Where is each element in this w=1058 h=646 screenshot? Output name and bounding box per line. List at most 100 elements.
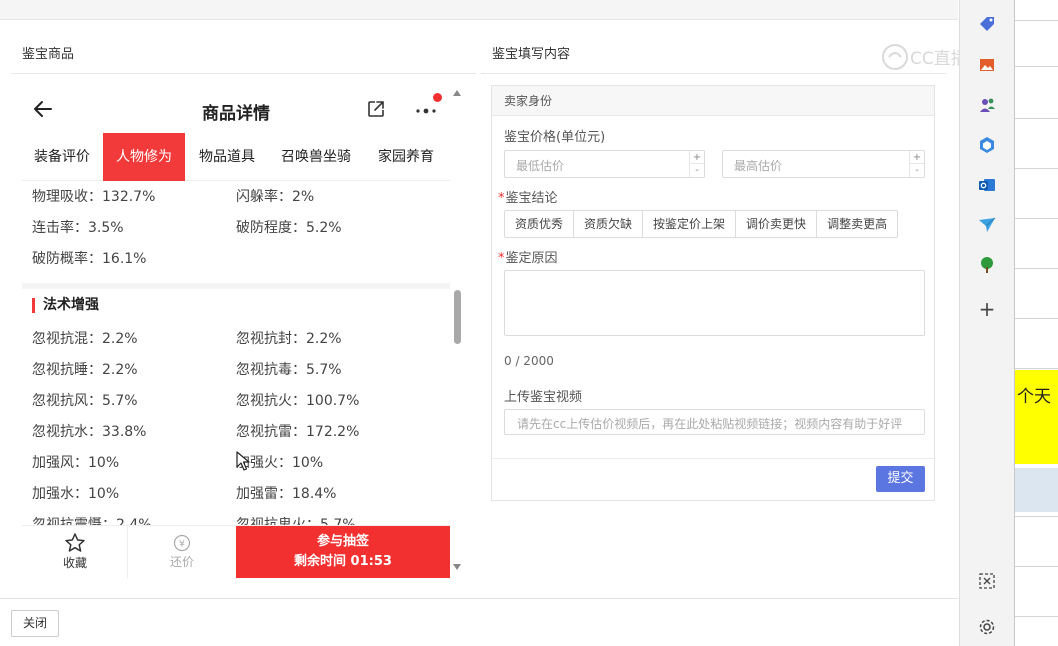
grid-line	[1015, 516, 1058, 517]
min-price-placeholder: 最低估价	[516, 159, 565, 173]
option-list-at-appraisal[interactable]: 按鉴定价上架	[642, 210, 737, 238]
option-lacking[interactable]: 资质欠缺	[573, 210, 644, 238]
increment-button[interactable]: +	[910, 151, 924, 164]
grid-line	[1015, 616, 1058, 617]
submit-button[interactable]: 提交	[876, 466, 925, 492]
reason-label: *鉴定原因	[498, 247, 558, 266]
grid-line	[1015, 368, 1058, 369]
copilot-icon[interactable]	[977, 135, 997, 155]
image-gallery-icon[interactable]	[977, 55, 997, 75]
stat-item: 忽视抗睡：2.2%	[32, 362, 138, 378]
people-icon[interactable]	[977, 95, 997, 115]
decrement-button[interactable]: -	[690, 164, 704, 177]
stat-item: 破防程度：5.2%	[236, 220, 342, 236]
stat-item: 忽视抗火：100.7%	[236, 393, 360, 409]
grid-line	[1015, 318, 1058, 319]
scrollbar-thumb[interactable]	[454, 290, 461, 344]
background-spreadsheet: 个天	[1014, 0, 1058, 646]
send-icon[interactable]	[977, 215, 997, 235]
option-adjust-faster[interactable]: 调价卖更快	[735, 210, 818, 238]
lottery-label: 参与抽签	[316, 534, 369, 549]
stat-item: 忽视抗水：33.8%	[32, 424, 147, 440]
tab-items[interactable]: 物品道具	[187, 133, 267, 181]
grid-line	[1015, 268, 1058, 269]
share-icon[interactable]	[366, 99, 386, 119]
max-price-input[interactable]: 最高估价 + -	[722, 150, 925, 178]
required-mark: *	[498, 191, 505, 206]
divider	[481, 73, 946, 74]
scroll-down-arrow[interactable]	[453, 564, 461, 570]
mouse-cursor-icon	[236, 451, 250, 471]
max-price-placeholder: 最高估价	[734, 159, 783, 173]
close-button[interactable]: 关闭	[11, 610, 59, 637]
stat-item: 忽视抗毒：5.7%	[236, 362, 342, 378]
stat-item: 破防概率：16.1%	[32, 251, 147, 267]
product-detail-panel: 商品详情 装备评价 人物修为 物品道具 召唤兽坐骑 家园养育 物理吸收：132.…	[22, 85, 450, 577]
appraisal-form: 卖家身份 鉴宝价格(单位元) 最低估价 + - 最高估价 + - *鉴宝结论 资质优…	[491, 85, 935, 501]
divider	[492, 458, 934, 459]
outlook-icon[interactable]	[977, 175, 997, 195]
screenshot-icon[interactable]	[977, 571, 997, 591]
category-tabs: 装备评价 人物修为 物品道具 召唤兽坐骑 家园养育	[22, 133, 450, 181]
min-price-input[interactable]: 最低估价 + -	[504, 150, 705, 178]
product-action-bar: 收藏 ¥ 还价 参与抽签 剩余时间 01:53	[22, 525, 450, 578]
more-icon[interactable]	[414, 103, 440, 117]
conclusion-options: 资质优秀 资质欠缺 按鉴定价上架 调价卖更快 调整卖更高	[504, 210, 899, 238]
grid-line	[1015, 168, 1058, 169]
form-section-header: 卖家身份	[492, 86, 934, 116]
stat-item: 加强水：10%	[32, 486, 120, 502]
tab-summons-mounts[interactable]: 召唤兽坐骑	[270, 133, 362, 181]
tab-home-nurture[interactable]: 家园养育	[366, 133, 446, 181]
video-link-input[interactable]: 请先在cc上传估价视频后，再在此处粘贴视频链接；视频内容有助于好评	[504, 409, 925, 435]
video-label: 上传鉴宝视频	[504, 390, 583, 405]
tab-character-cultivation[interactable]: 人物修为	[103, 133, 185, 181]
bargain-button[interactable]: ¥ 还价	[152, 534, 212, 570]
notification-dot	[433, 93, 442, 102]
stat-item: 忽视抗雷：172.2%	[236, 424, 360, 440]
selected-cell	[1015, 468, 1058, 512]
left-panel-title: 鉴宝商品	[22, 47, 75, 62]
decrement-button[interactable]: -	[910, 164, 924, 177]
character-counter: 0 / 2000	[504, 354, 554, 368]
right-panel-title: 鉴宝填写内容	[492, 47, 571, 62]
bargain-label: 还价	[169, 555, 194, 569]
tree-icon[interactable]	[977, 255, 997, 275]
plus-icon[interactable]: +	[977, 299, 997, 319]
cell-text: 个天	[1017, 387, 1051, 407]
svg-text:¥: ¥	[179, 540, 185, 550]
window-topbar	[0, 0, 958, 20]
required-mark: *	[498, 251, 505, 266]
stat-item: 忽视抗风：5.7%	[32, 393, 138, 409]
favorite-button[interactable]: 收藏	[44, 532, 106, 571]
settings-icon[interactable]	[977, 617, 997, 637]
option-excellent[interactable]: 资质优秀	[504, 210, 575, 238]
stat-item: 闪躲率：2%	[236, 189, 315, 205]
divider	[127, 526, 128, 578]
option-adjust-higher[interactable]: 调整卖更高	[816, 210, 899, 238]
watermark-text: CC直播	[910, 49, 960, 69]
join-lottery-button[interactable]: 参与抽签 剩余时间 01:53	[236, 526, 450, 578]
min-price-stepper[interactable]: + -	[689, 151, 704, 177]
reason-label-text: 鉴定原因	[505, 251, 558, 266]
divider	[11, 73, 476, 74]
reason-textarea[interactable]	[504, 270, 925, 336]
stat-item: 连击率：3.5%	[32, 220, 124, 236]
stat-item: 加强雷：18.4%	[236, 486, 337, 502]
group-title: 法术增强	[32, 298, 99, 313]
grid-line	[1015, 218, 1058, 219]
stat-item: 忽视抗混：2.2%	[32, 331, 138, 347]
attribute-list: 物理吸收：132.7% 闪躲率：2% 连击率：3.5% 破防程度：5.2% 破防…	[22, 182, 450, 576]
tab-equipment-review[interactable]: 装备评价	[22, 133, 102, 181]
max-price-stepper[interactable]: + -	[909, 151, 924, 177]
conclusion-label-text: 鉴宝结论	[505, 191, 558, 206]
divider	[0, 598, 958, 599]
scroll-up-arrow[interactable]	[453, 90, 461, 96]
star-icon	[65, 533, 85, 552]
stat-item: 忽视抗封：2.2%	[236, 331, 342, 347]
grid-line	[1015, 66, 1058, 67]
app-sidebar: +	[959, 0, 1014, 646]
tag-icon[interactable]	[977, 14, 997, 34]
lottery-countdown: 剩余时间 01:53	[294, 554, 392, 569]
increment-button[interactable]: +	[690, 151, 704, 164]
section-separator	[22, 283, 450, 289]
